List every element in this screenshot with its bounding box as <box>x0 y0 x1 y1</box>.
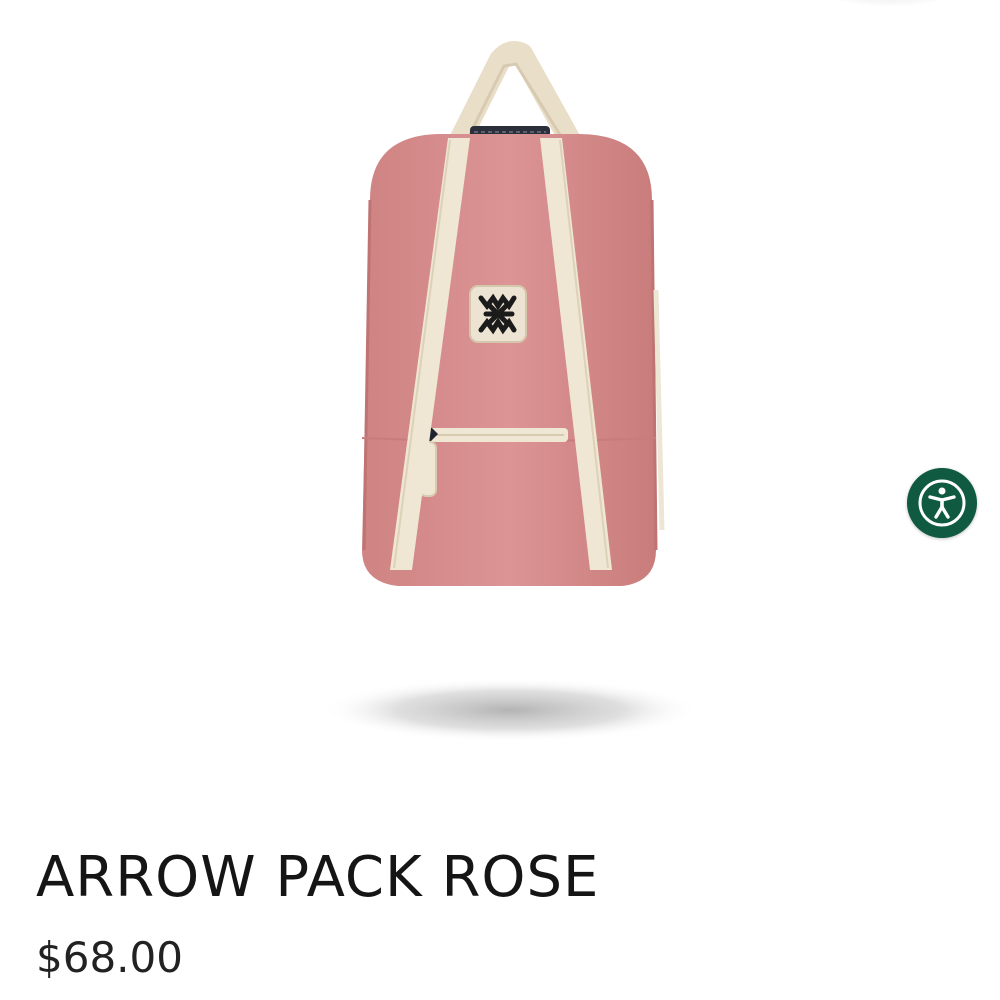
product-page: ARROW PACK ROSE $68.00 <box>0 0 1000 1000</box>
partial-shadow <box>820 0 960 6</box>
product-image[interactable] <box>300 30 720 750</box>
logo-mark <box>478 293 517 335</box>
product-price: $68.00 <box>36 933 183 982</box>
product-title: ARROW PACK ROSE <box>36 845 600 910</box>
accessibility-button[interactable] <box>907 468 977 538</box>
backpack-illustration <box>320 41 700 742</box>
accessibility-icon <box>918 479 966 527</box>
floor-shadow <box>320 678 700 742</box>
